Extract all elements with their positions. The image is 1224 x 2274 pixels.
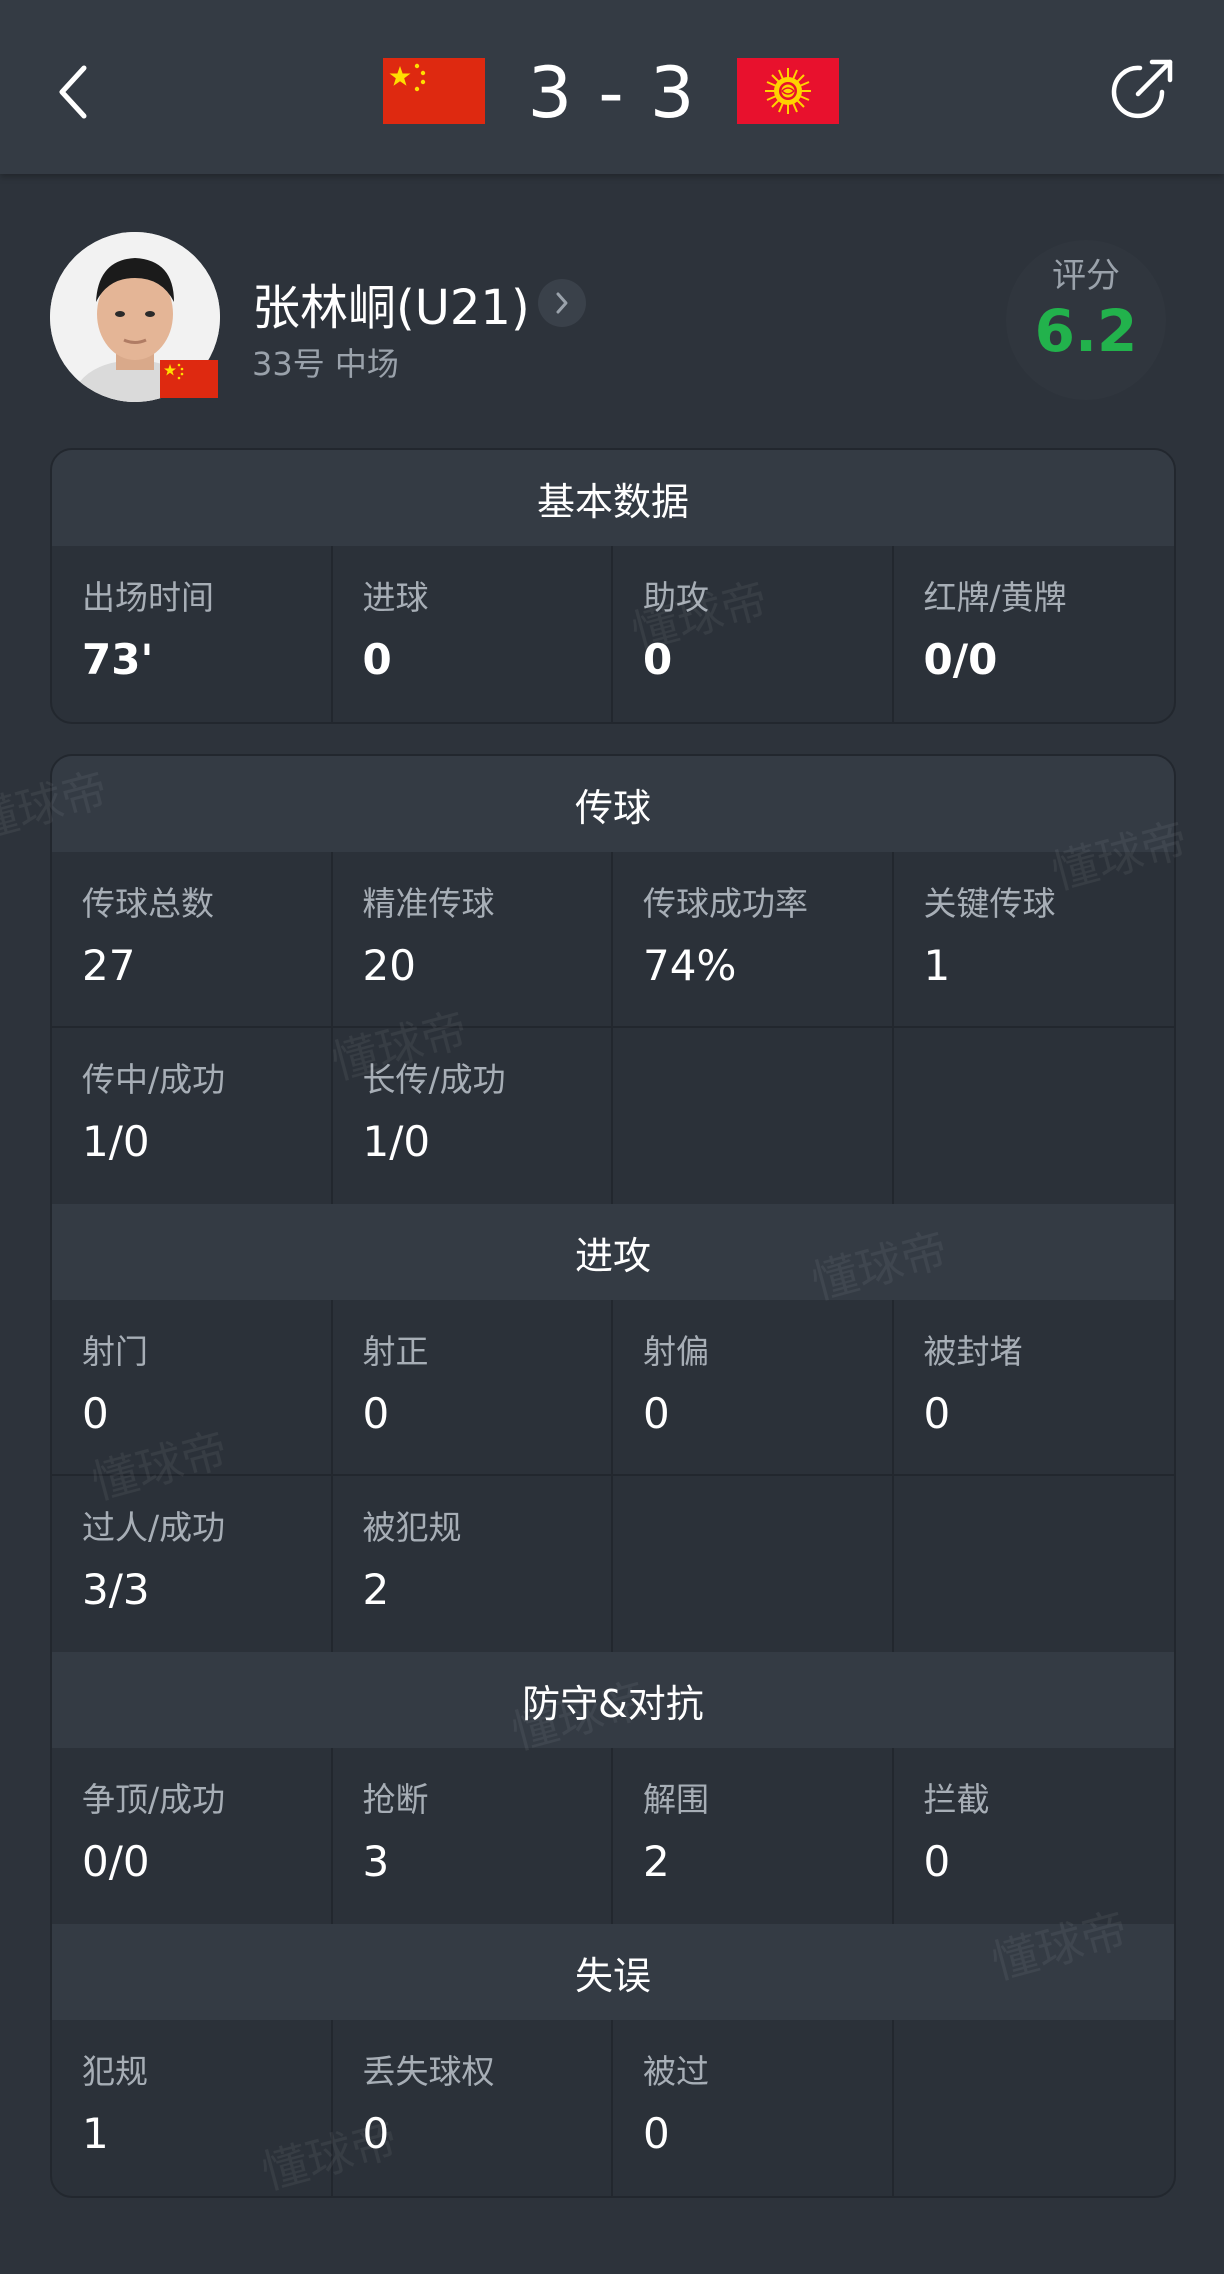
stat-label: 传中/成功 xyxy=(82,1060,226,1099)
stat-cell: 丢失球权 0 xyxy=(333,2020,613,2196)
stat-label: 拦截 xyxy=(923,1780,990,1819)
player-detail-button[interactable] xyxy=(538,279,586,327)
stat-cell: 拦截 0 xyxy=(894,1748,1175,1924)
stat-cell: 长传/成功 1/0 xyxy=(333,1028,613,1204)
stat-label: 传球总数 xyxy=(82,884,214,923)
share-icon xyxy=(1111,59,1173,119)
stat-cell-empty xyxy=(613,1028,894,1204)
stat-label: 射门 xyxy=(82,1332,148,1371)
stat-label: 解围 xyxy=(643,1780,709,1819)
stat-cell: 精准传球 20 xyxy=(332,852,613,1028)
stat-value: 0 xyxy=(82,1389,109,1438)
rating-badge: 评分 6.2 xyxy=(1006,240,1166,400)
stat-cell: 出场时间 73' xyxy=(52,546,333,722)
stat-value: 0 xyxy=(643,635,673,684)
stat-label: 红牌/黄牌 xyxy=(923,578,1067,617)
stat-label: 被过 xyxy=(643,2052,709,2091)
rating-label: 评分 xyxy=(1052,256,1120,296)
stat-value: 0 xyxy=(923,1837,951,1886)
china-flag-icon xyxy=(383,58,485,124)
stat-cell: 被封堵 0 xyxy=(893,1300,1174,1476)
stats-card-basic: 基本数据 出场时间 73' 进球 0 助攻 0 红牌/黄牌 0/0 xyxy=(50,448,1176,724)
stat-label: 关键传球 xyxy=(923,884,1056,923)
stat-cell: 传球成功率 74% xyxy=(613,852,894,1028)
stat-label: 精准传球 xyxy=(362,884,495,923)
stat-value: 1 xyxy=(82,2109,109,2158)
section-header-passing: 传球 xyxy=(52,756,1174,852)
stat-value: 27 xyxy=(82,941,136,990)
stat-value: 1 xyxy=(923,941,951,990)
section-header-attack: 进攻 xyxy=(52,1204,1174,1300)
nationality-flag-icon xyxy=(160,360,218,398)
stat-label: 丢失球权 xyxy=(362,2052,495,2091)
stat-value: 3/3 xyxy=(82,1565,150,1614)
stat-value: 1/0 xyxy=(362,1117,431,1166)
stat-label: 传球成功率 xyxy=(643,884,808,923)
stat-value: 0/0 xyxy=(82,1837,150,1886)
stat-cell-empty xyxy=(894,1476,1175,1652)
stat-label: 被犯规 xyxy=(362,1508,462,1547)
stat-value: 73' xyxy=(82,635,154,684)
kyrgyzstan-flag-icon xyxy=(737,58,839,124)
stat-label: 过人/成功 xyxy=(82,1508,226,1547)
match-score: 3 - 3 xyxy=(527,52,697,134)
stat-value: 0 xyxy=(643,1389,670,1438)
player-name[interactable]: 张林峒(U21) xyxy=(252,278,530,338)
section-header-defence: 防守&对抗 xyxy=(52,1652,1174,1748)
share-button[interactable] xyxy=(1100,52,1180,132)
stat-cell: 助攻 0 xyxy=(613,546,894,722)
stat-value: 0 xyxy=(362,635,392,684)
stat-cell: 红牌/黄牌 0/0 xyxy=(894,546,1175,722)
stat-value: 2 xyxy=(362,1565,390,1614)
stat-label: 犯规 xyxy=(82,2052,148,2091)
stat-value: 0/0 xyxy=(923,635,998,684)
match-header: 3 - 3 xyxy=(0,0,1224,174)
stat-value: 0 xyxy=(923,1389,951,1438)
section-header-errors: 失误 xyxy=(52,1924,1174,2020)
stat-label: 长传/成功 xyxy=(362,1060,506,1099)
section-header: 基本数据 xyxy=(52,450,1174,546)
player-number-position: 33号 中场 xyxy=(252,345,399,383)
stat-label: 射偏 xyxy=(643,1332,709,1371)
stat-label: 射正 xyxy=(362,1332,429,1371)
stat-cell: 被过 0 xyxy=(613,2020,894,2196)
stat-label: 助攻 xyxy=(643,578,709,617)
stat-value: 74% xyxy=(643,941,737,990)
stat-cell: 抢断 3 xyxy=(333,1748,613,1924)
stat-cell: 进球 0 xyxy=(333,546,613,722)
stat-value: 2 xyxy=(643,1837,670,1886)
stat-cell: 传球总数 27 xyxy=(52,852,333,1028)
stat-value: 3 xyxy=(362,1837,390,1886)
stat-cell: 被犯规 2 xyxy=(333,1476,613,1652)
stat-label: 出场时间 xyxy=(82,578,214,617)
stat-cell-empty xyxy=(613,1476,894,1652)
stat-cell: 过人/成功 3/3 xyxy=(52,1476,333,1652)
stat-value: 0 xyxy=(362,2109,390,2158)
stat-value: 1/0 xyxy=(82,1117,150,1166)
stat-value: 20 xyxy=(362,941,416,990)
stats-card-detail: 传球 传球总数 27 精准传球 20 传球成功率 74% 关键传球 1 传中/成… xyxy=(50,754,1176,2198)
back-button[interactable] xyxy=(44,52,104,132)
stat-cell: 射偏 0 xyxy=(613,1300,894,1476)
stat-cell: 传中/成功 1/0 xyxy=(52,1028,333,1204)
stat-cell: 解围 2 xyxy=(613,1748,894,1924)
stat-cell: 射正 0 xyxy=(332,1300,613,1476)
stat-cell-empty xyxy=(894,2020,1175,2196)
stat-cell-empty xyxy=(894,1028,1175,1204)
stat-value: 0 xyxy=(362,1389,390,1438)
stat-label: 进球 xyxy=(362,578,429,617)
chevron-left-icon xyxy=(59,65,87,119)
stat-label: 争顶/成功 xyxy=(82,1780,226,1819)
chevron-right-icon xyxy=(556,292,568,314)
stat-cell: 射门 0 xyxy=(52,1300,333,1476)
stat-value: 0 xyxy=(643,2109,670,2158)
stat-cell: 犯规 1 xyxy=(52,2020,333,2196)
stat-label: 抢断 xyxy=(362,1780,429,1819)
rating-value: 6.2 xyxy=(1034,297,1138,365)
stat-label: 被封堵 xyxy=(923,1332,1023,1371)
stat-cell: 关键传球 1 xyxy=(893,852,1174,1028)
stat-cell: 争顶/成功 0/0 xyxy=(52,1748,333,1924)
